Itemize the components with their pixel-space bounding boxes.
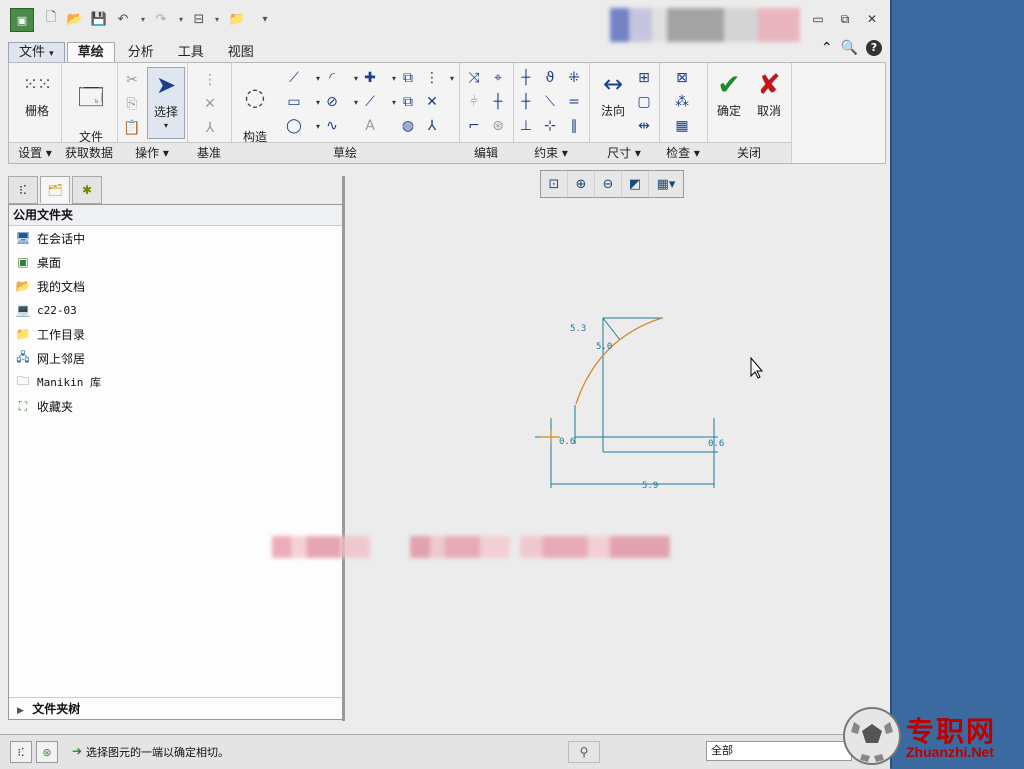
dim-label: 0.6 [559, 437, 575, 447]
dim-label: 5.9 [642, 481, 658, 491]
sketch-leader [602, 317, 621, 341]
watermark-logo: 专职网 Zhuanzhi.Net [842, 704, 1024, 768]
dim-label: 5.3 [570, 324, 586, 334]
blurred-overlay [410, 536, 510, 558]
sketch-canvas: 5.3 5.0 0.6 0.6 5.9 [535, 317, 764, 491]
browser-toggle-icon[interactable]: ⊛ [36, 741, 58, 763]
navigator-toggle-icon[interactable]: ⁝⁚ [10, 741, 32, 763]
status-message: 选择图元的一端以确定相切。 [86, 746, 229, 759]
mouse-cursor-icon [750, 356, 764, 379]
blurred-overlay [520, 536, 670, 558]
sketch-arc [575, 317, 663, 405]
dim-label: 0.6 [708, 439, 724, 449]
app-window: ▣ 🗋 📂 💾 ↶ ▾ ↷ ▾ ⊟ ▾ 📁 ▾ ▭ ⧉ ✕ 文件 ▾ 草绘 分析… [0, 0, 892, 769]
blurred-overlay [272, 536, 370, 558]
soccer-ball-icon [843, 707, 901, 765]
watermark-en: Zhuanzhi.Net [906, 744, 994, 760]
selection-filter[interactable]: 全部 [706, 741, 852, 761]
status-bar: ⁝⁚ ⊛ ➔ 选择图元的一端以确定相切。 ⚲ 全部 [0, 734, 890, 769]
find-icon[interactable]: ⚲ [568, 741, 600, 763]
message-arrow-icon: ➔ [72, 744, 83, 758]
dim-label: 5.0 [596, 342, 612, 352]
selection-filter-value: 全部 [711, 744, 733, 757]
